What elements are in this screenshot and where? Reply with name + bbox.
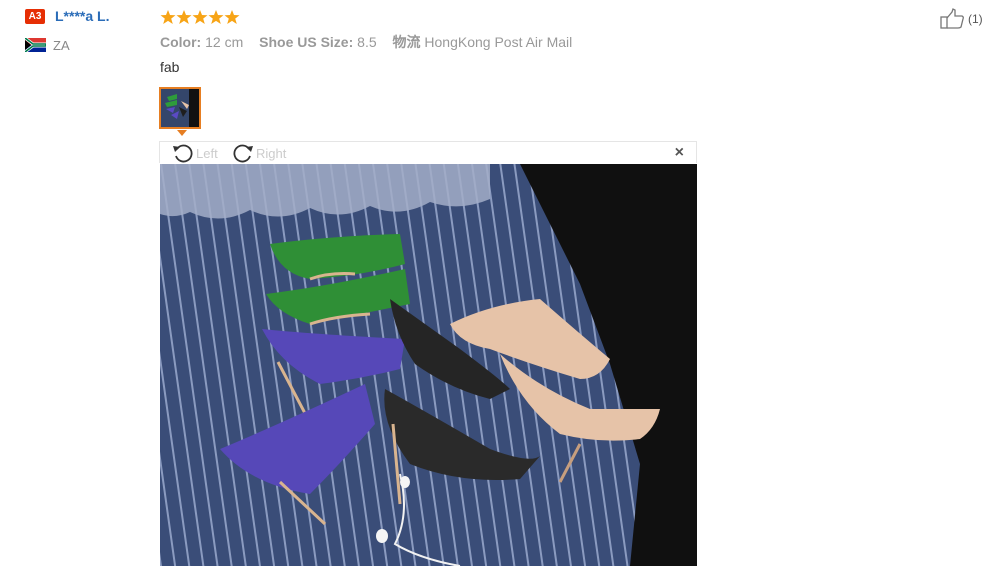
review-text: fab — [160, 59, 180, 75]
close-viewer-button[interactable]: × — [675, 144, 684, 162]
shoe-photo-thumbnail-image — [161, 89, 199, 127]
star-icon — [224, 10, 240, 24]
rotate-left-button[interactable]: Left — [172, 143, 218, 163]
south-africa-flag-icon — [25, 38, 46, 52]
reviewer-country: ZA — [53, 38, 70, 53]
size-label: Shoe US Size: — [259, 34, 354, 50]
star-icon — [160, 10, 176, 24]
level-badge: A3 — [25, 9, 45, 24]
review-photo-large — [160, 164, 697, 566]
rotate-right-label: Right — [256, 145, 287, 161]
image-viewer-toolbar: Left Right × — [159, 141, 697, 163]
star-icon — [192, 10, 208, 24]
color-value: 12 cm — [205, 34, 244, 50]
shipping-value: HongKong Post Air Mail — [424, 34, 573, 50]
rotate-right-icon — [233, 144, 253, 163]
helpful-button[interactable]: (1) — [940, 8, 983, 30]
thumbnail-pointer — [177, 130, 187, 136]
review-meta: Color: 12 cm Shoe US Size: 8.5 物流 HongKo… — [160, 32, 584, 52]
shoes-on-bed-photo — [160, 164, 697, 566]
review-photo-thumbnail[interactable] — [159, 87, 201, 129]
helpful-count: (1) — [968, 12, 983, 26]
reviewer-name: L****a L. — [55, 8, 110, 24]
rotate-left-icon — [173, 144, 193, 163]
color-label: Color: — [160, 34, 202, 50]
thumbs-up-icon — [940, 8, 964, 29]
size-value: 8.5 — [357, 34, 377, 50]
star-icon — [176, 10, 192, 24]
shipping-label: 物流 — [392, 34, 421, 50]
rating-stars — [160, 9, 240, 25]
rotate-left-label: Left — [196, 145, 218, 161]
star-icon — [208, 10, 224, 24]
rotate-right-button[interactable]: Right — [232, 143, 286, 163]
